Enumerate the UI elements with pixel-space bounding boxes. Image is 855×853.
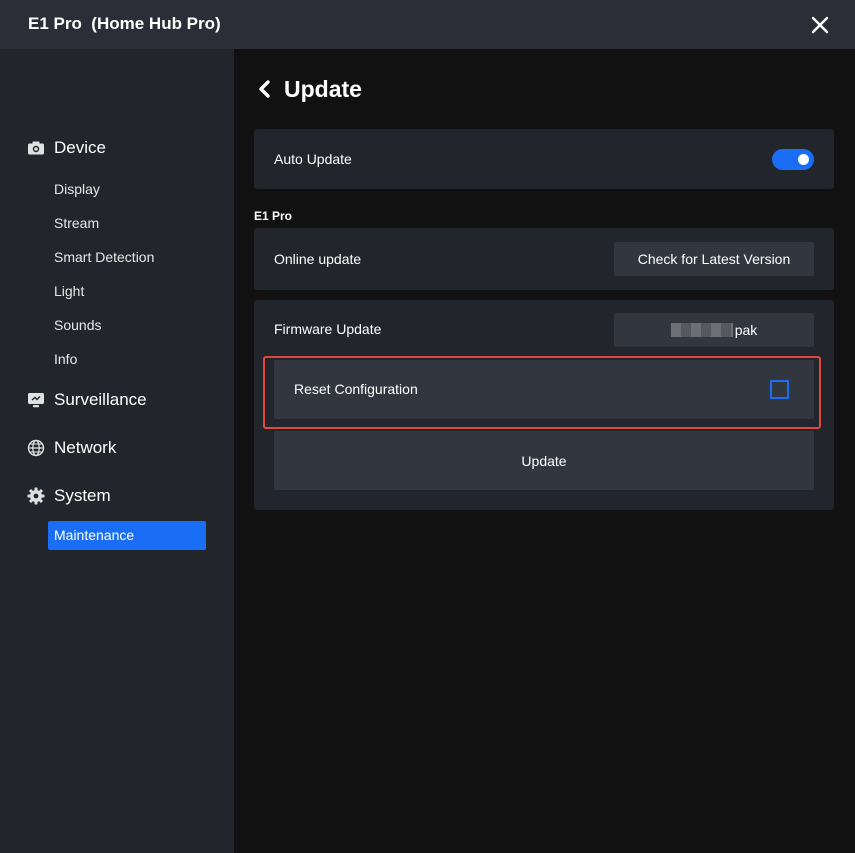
firmware-file-field[interactable]: pak (614, 313, 814, 347)
sidebar-item-sounds[interactable]: Sounds (54, 316, 101, 334)
firmware-update-label: Firmware Update (274, 321, 382, 337)
sidebar-section-surveillance[interactable]: Surveillance (26, 389, 147, 411)
auto-update-toggle[interactable] (772, 149, 814, 170)
sidebar-section-label: Surveillance (54, 390, 147, 409)
gear-icon (26, 486, 46, 506)
sidebar-item-display[interactable]: Display (54, 180, 100, 198)
toggle-knob (798, 154, 809, 165)
window-title: E1 Pro (Home Hub Pro) (28, 14, 221, 33)
close-icon[interactable] (807, 12, 833, 38)
reset-configuration-label: Reset Configuration (294, 381, 418, 397)
sidebar-section-label: System (54, 486, 111, 505)
reset-configuration-checkbox[interactable] (770, 380, 789, 399)
sidebar-item-info[interactable]: Info (54, 350, 77, 368)
sidebar-section-system[interactable]: System (26, 485, 111, 507)
sidebar-section-label: Device (54, 138, 106, 157)
title-bar: E1 Pro (Home Hub Pro) (0, 0, 855, 49)
page-header: Update (256, 76, 362, 102)
sidebar-item-light[interactable]: Light (54, 282, 84, 300)
sidebar-item-maintenance[interactable]: Maintenance (48, 521, 206, 550)
update-button[interactable]: Update (274, 431, 814, 490)
online-update-label: Online update (274, 251, 362, 267)
sidebar-item-smart-detection[interactable]: Smart Detection (54, 248, 154, 266)
camera-icon (26, 138, 46, 158)
page-title: Update (284, 75, 362, 102)
sidebar: Device Display Stream Smart Detection Li… (0, 49, 234, 853)
sidebar-section-device[interactable]: Device (26, 137, 106, 159)
sidebar-item-stream[interactable]: Stream (54, 214, 99, 232)
monitor-icon (26, 390, 46, 410)
auto-update-label: Auto Update (274, 151, 352, 167)
settings-window: E1 Pro (Home Hub Pro) Device Display Str… (0, 0, 855, 853)
globe-icon (26, 438, 46, 458)
sidebar-section-label: Network (54, 438, 117, 457)
file-extension: pak (734, 322, 758, 338)
redacted-filename (670, 323, 733, 337)
chevron-left-icon[interactable] (256, 78, 274, 100)
check-latest-version-button[interactable]: Check for Latest Version (614, 242, 814, 276)
sidebar-section-network[interactable]: Network (26, 437, 116, 459)
device-group-label: E1 Pro (254, 209, 293, 223)
